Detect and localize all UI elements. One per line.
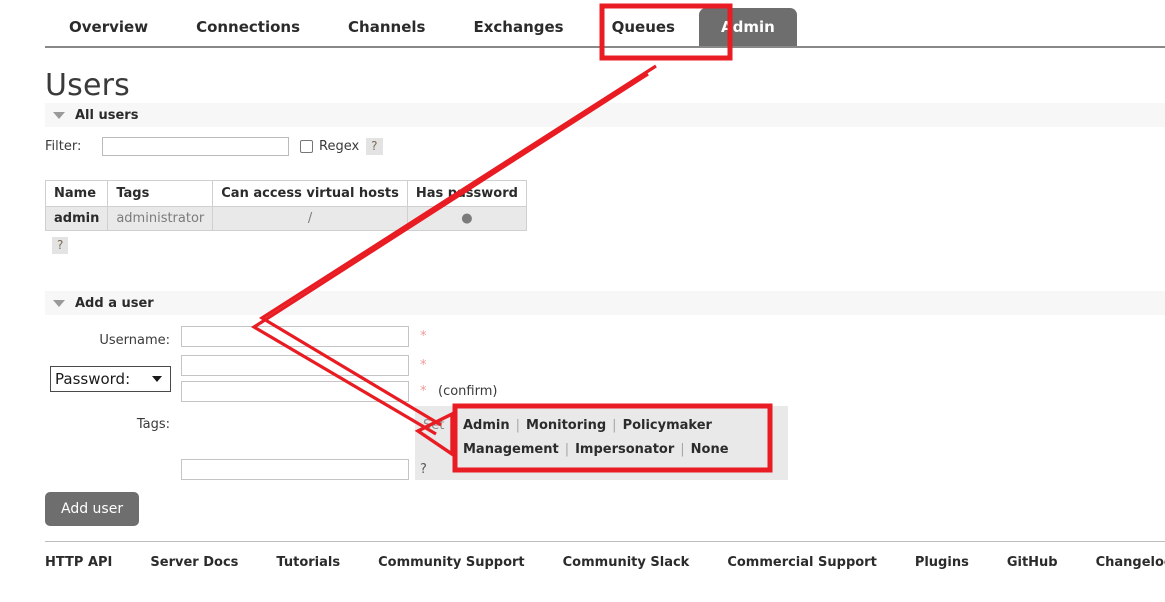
footer-link-http-api[interactable]: HTTP API <box>45 555 112 570</box>
password-confirm-input[interactable] <box>181 381 409 402</box>
cell-user-has-password: ● <box>406 206 527 231</box>
regex-label: Regex <box>319 139 360 154</box>
nav-item-exchanges[interactable]: Exchanges <box>449 18 587 46</box>
tag-link-impersonator[interactable]: Impersonator <box>575 442 674 457</box>
tag-links-panel: Set Admin | Monitoring | Policymaker Managem… <box>415 406 788 480</box>
tags-help-icon[interactable]: ? <box>420 462 427 477</box>
users-table-help-icon[interactable]: ? <box>52 237 69 254</box>
nav-item-overview[interactable]: Overview <box>45 18 172 46</box>
cell-user-name[interactable]: admin <box>44 206 109 231</box>
column-header-has-password[interactable]: Has password <box>406 180 527 207</box>
table-row[interactable]: admin administrator / ● <box>44 206 527 231</box>
section-title-all-users: All users <box>75 107 139 123</box>
footer-link-commercial-support[interactable]: Commercial Support <box>727 555 877 570</box>
footer-link-server-docs[interactable]: Server Docs <box>150 555 238 570</box>
tag-separator: | <box>680 442 685 457</box>
footer-link-changelog[interactable]: Changelog <box>1096 555 1165 570</box>
username-input[interactable] <box>181 326 409 347</box>
set-label: Set <box>423 418 445 433</box>
footer-links: HTTP API Server Docs Tutorials Community… <box>45 555 1165 570</box>
tag-separator: | <box>612 418 617 433</box>
column-header-vhosts[interactable]: Can access virtual hosts <box>212 180 408 207</box>
nav-item-admin[interactable]: Admin <box>698 8 797 46</box>
nav-item-connections[interactable]: Connections <box>172 18 324 46</box>
users-table: Name Tags Can access virtual hosts Has p… <box>44 180 527 231</box>
add-user-button[interactable]: Add user <box>45 492 140 526</box>
section-header-add-a-user[interactable]: Add a user <box>45 291 1165 315</box>
section-title-add-a-user: Add a user <box>75 295 154 311</box>
rabbitmq-management-page: Overview Connections Channels Exchanges … <box>0 0 1165 602</box>
footer-link-community-slack[interactable]: Community Slack <box>563 555 690 570</box>
username-required-marker: * <box>420 329 427 344</box>
page-title: Users <box>45 68 131 103</box>
section-header-all-users[interactable]: All users <box>45 103 1165 127</box>
password-select-label: Password: <box>55 370 131 388</box>
tags-input[interactable] <box>181 459 409 480</box>
footer-link-tutorials[interactable]: Tutorials <box>276 555 340 570</box>
filter-row: Filter: Regex ? <box>45 137 383 156</box>
nav-item-queues[interactable]: Queues <box>588 18 699 46</box>
filter-label: Filter: <box>45 139 82 154</box>
footer-link-plugins[interactable]: Plugins <box>915 555 969 570</box>
tag-links: Admin | Monitoring | Policymaker Management |… <box>463 414 729 462</box>
tag-link-management[interactable]: Management <box>463 442 559 457</box>
cell-user-vhosts: / <box>212 206 408 231</box>
password-type-select[interactable]: Password: <box>50 366 171 392</box>
main-navigation: Overview Connections Channels Exchanges … <box>45 0 1165 48</box>
column-header-tags[interactable]: Tags <box>107 180 214 207</box>
username-label: Username: <box>99 333 170 348</box>
nav-list: Overview Connections Channels Exchanges … <box>45 0 1165 46</box>
password-confirm-hint: (confirm) <box>438 384 498 399</box>
cell-user-tags: administrator <box>107 206 214 231</box>
password-input[interactable] <box>181 355 409 376</box>
table-header-row: Name Tags Can access virtual hosts Has p… <box>44 180 527 207</box>
footer-link-github[interactable]: GitHub <box>1007 555 1058 570</box>
nav-item-channels[interactable]: Channels <box>324 18 449 46</box>
footer: HTTP API Server Docs Tutorials Community… <box>45 541 1165 570</box>
tag-link-policymaker[interactable]: Policymaker <box>623 418 712 433</box>
tag-link-none[interactable]: None <box>691 442 729 457</box>
footer-link-community-support[interactable]: Community Support <box>378 555 525 570</box>
tag-link-monitoring[interactable]: Monitoring <box>526 418 606 433</box>
regex-checkbox[interactable] <box>300 140 313 153</box>
tag-separator: | <box>564 442 570 457</box>
column-header-name[interactable]: Name <box>44 180 109 207</box>
collapse-triangle-icon <box>53 299 65 307</box>
password-confirm-required-marker: * <box>420 384 427 399</box>
tag-link-admin[interactable]: Admin <box>463 418 510 433</box>
collapse-triangle-icon <box>53 111 65 119</box>
tags-label: Tags: <box>136 417 170 432</box>
regex-help-icon[interactable]: ? <box>366 138 383 155</box>
chevron-down-icon <box>152 376 162 382</box>
filter-input[interactable] <box>102 137 289 156</box>
tag-separator: | <box>515 418 521 433</box>
password-required-marker: * <box>420 358 427 373</box>
